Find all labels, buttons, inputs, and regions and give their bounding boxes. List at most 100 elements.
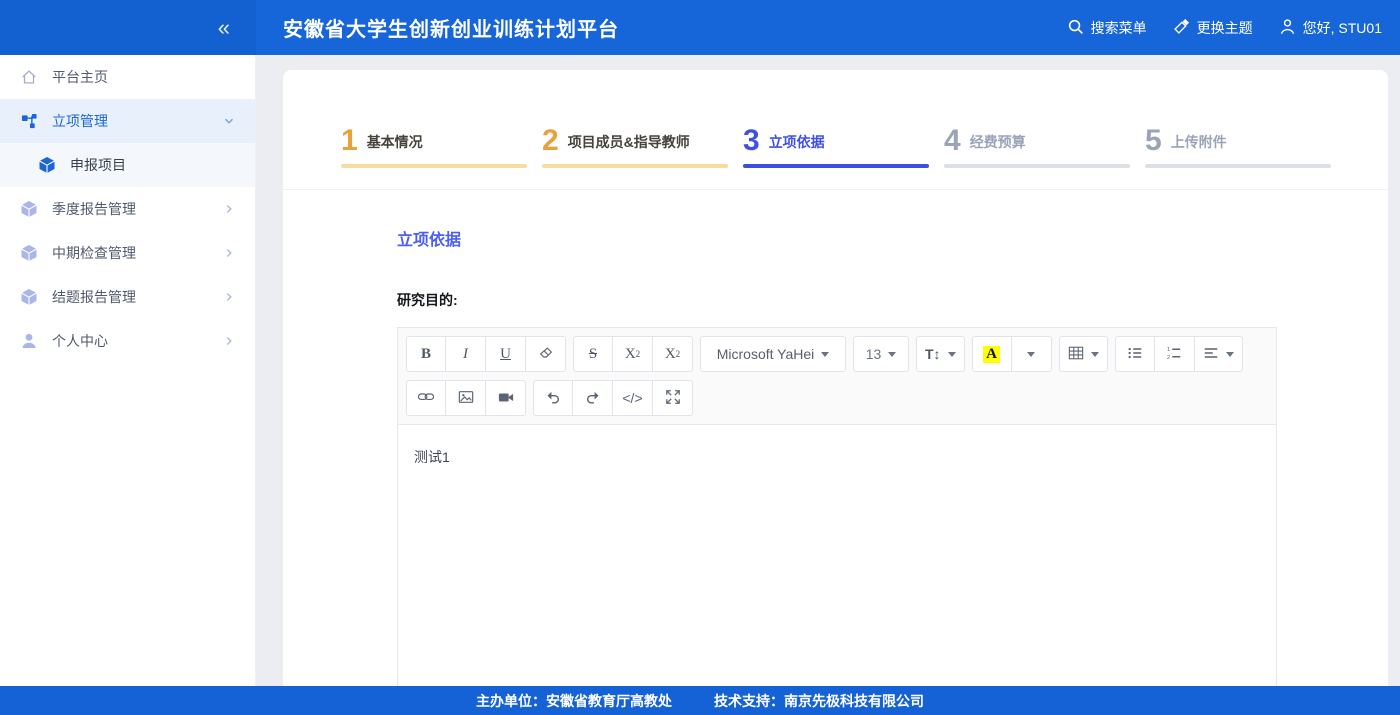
table-group xyxy=(1059,336,1108,372)
script-group: S X2 X2 xyxy=(573,336,693,372)
insert-image-button[interactable] xyxy=(446,380,486,416)
step-1-basic-info[interactable]: 1基本情况 xyxy=(341,126,542,189)
redo-icon xyxy=(585,389,601,408)
sidebar-item-label: 中期检查管理 xyxy=(52,243,223,263)
top-header: « 安徽省大学生创新创业训练计划平台 搜索菜单 更换主题 您好, STU01 xyxy=(0,0,1400,55)
sidebar-item-project-management[interactable]: 立项管理 xyxy=(0,99,255,143)
editor-content-area[interactable]: 测试1 xyxy=(398,425,1276,686)
sidebar-item-declare-project[interactable]: 申报项目 xyxy=(0,143,255,187)
step-underline xyxy=(743,164,929,168)
step-number: 4 xyxy=(944,126,961,156)
sidebar-item-midterm-check[interactable]: 中期检查管理 xyxy=(0,231,255,275)
code-view-button[interactable]: </> xyxy=(613,380,653,416)
insert-table-dropdown[interactable] xyxy=(1059,336,1108,372)
step-label: 立项依据 xyxy=(769,132,825,152)
step-underline xyxy=(1145,164,1331,168)
step-2-members-teachers[interactable]: 2 项目成员&指导教师 xyxy=(542,126,743,189)
sidebar-item-label: 季度报告管理 xyxy=(52,199,223,219)
font-color-button[interactable]: A xyxy=(972,336,1012,372)
fullscreen-icon xyxy=(665,389,681,408)
section-title: 立项依据 xyxy=(397,226,1388,250)
caret-down-icon xyxy=(1226,352,1234,357)
user-icon xyxy=(1279,18,1296,38)
chevron-right-icon xyxy=(223,291,235,303)
sidebar-item-label: 立项管理 xyxy=(52,111,223,131)
step-5-attachments[interactable]: 5上传附件 xyxy=(1145,126,1346,189)
wizard-card: 1基本情况 2 项目成员&指导教师 3立项依据 4 经费预算 5上传附件 xyxy=(283,70,1388,686)
cube-icon xyxy=(38,156,56,174)
bold-button[interactable]: B xyxy=(406,336,446,372)
list-ol-icon: 12 xyxy=(1166,345,1182,364)
video-icon xyxy=(498,389,514,408)
main-area: 1基本情况 2 项目成员&指导教师 3立项依据 4 经费预算 5上传附件 xyxy=(256,55,1400,686)
align-icon xyxy=(1203,345,1219,364)
sidebar-collapse-icon[interactable]: « xyxy=(218,17,230,39)
insert-group xyxy=(406,380,526,416)
table-icon xyxy=(1068,345,1084,364)
sidebar-item-personal-center[interactable]: 个人中心 xyxy=(0,319,255,363)
header-actions: 搜索菜单 更换主题 您好, STU01 xyxy=(1067,18,1400,38)
cube-icon xyxy=(20,244,38,262)
fullscreen-button[interactable] xyxy=(653,380,693,416)
subscript-button[interactable]: X2 xyxy=(653,336,693,372)
strikethrough-button[interactable]: S xyxy=(573,336,613,372)
caret-down-icon xyxy=(1027,352,1035,357)
step-underline xyxy=(944,164,1130,168)
step-number: 5 xyxy=(1145,126,1162,156)
image-icon xyxy=(458,389,474,408)
toolbar-row-1: B I U S X2 X2 Microsoft YaH xyxy=(404,334,1270,378)
insert-link-button[interactable] xyxy=(406,380,446,416)
sidebar-item-platform-home[interactable]: 平台主页 xyxy=(0,55,255,99)
footer-host: 主办单位：安徽省教育厅高教处 xyxy=(476,691,672,711)
paragraph-align-dropdown[interactable] xyxy=(1195,336,1243,372)
platform-title: 安徽省大学生创新创业训练计划平台 xyxy=(283,13,619,42)
caret-down-icon xyxy=(1091,352,1099,357)
font-size-dropdown[interactable]: 13 xyxy=(853,336,909,372)
home-icon xyxy=(20,68,38,86)
sidebar-item-label: 结题报告管理 xyxy=(52,287,223,307)
step-label: 项目成员&指导教师 xyxy=(568,132,690,152)
caret-down-icon xyxy=(821,352,829,357)
undo-button[interactable] xyxy=(533,380,573,416)
unordered-list-button[interactable] xyxy=(1115,336,1155,372)
step-underline xyxy=(341,164,527,168)
sidebar-nav: 平台主页 立项管理 申报项目 季度报告管理 中期检查管理 结题报告管理 xyxy=(0,55,256,686)
editor-toolbar: B I U S X2 X2 Microsoft YaH xyxy=(398,328,1276,425)
search-icon xyxy=(1067,18,1084,38)
paragraph-group: 12 xyxy=(1115,336,1243,372)
person-icon xyxy=(20,332,38,350)
change-theme-button[interactable]: 更换主题 xyxy=(1173,18,1253,38)
search-menu-button[interactable]: 搜索菜单 xyxy=(1067,18,1147,38)
search-menu-label: 搜索菜单 xyxy=(1091,18,1147,38)
line-height-dropdown[interactable]: T↕ xyxy=(916,336,965,372)
clear-format-button[interactable] xyxy=(526,336,566,372)
font-color-dropdown[interactable] xyxy=(1012,336,1052,372)
user-menu-button[interactable]: 您好, STU01 xyxy=(1279,18,1382,38)
sitemap-icon xyxy=(20,112,38,130)
sidebar-item-final-report[interactable]: 结题报告管理 xyxy=(0,275,255,319)
superscript-button[interactable]: X2 xyxy=(613,336,653,372)
step-number: 2 xyxy=(542,126,559,156)
step-3-project-basis[interactable]: 3立项依据 xyxy=(743,126,944,189)
font-family-dropdown[interactable]: Microsoft YaHei xyxy=(700,336,846,372)
step-label: 经费预算 xyxy=(970,132,1026,152)
app-window: « 安徽省大学生创新创业训练计划平台 搜索菜单 更换主题 您好, STU01 平… xyxy=(0,0,1400,715)
redo-button[interactable] xyxy=(573,380,613,416)
theme-brush-icon xyxy=(1173,18,1190,38)
undo-icon xyxy=(545,389,561,408)
ordered-list-button[interactable]: 12 xyxy=(1155,336,1195,372)
insert-video-button[interactable] xyxy=(486,380,526,416)
step-number: 1 xyxy=(341,126,358,156)
chevron-right-icon xyxy=(223,335,235,347)
link-icon xyxy=(417,389,435,407)
list-ul-icon xyxy=(1127,345,1143,364)
underline-button[interactable]: U xyxy=(486,336,526,372)
italic-button[interactable]: I xyxy=(446,336,486,372)
toolbar-row-2: </> xyxy=(404,378,1270,422)
sidebar-item-quarterly-report[interactable]: 季度报告管理 xyxy=(0,187,255,231)
misc-group: </> xyxy=(533,380,693,416)
eraser-icon xyxy=(538,345,554,364)
style-group: B I U xyxy=(406,336,566,372)
step-4-budget[interactable]: 4 经费预算 xyxy=(944,126,1145,189)
svg-text:1: 1 xyxy=(1167,347,1170,353)
